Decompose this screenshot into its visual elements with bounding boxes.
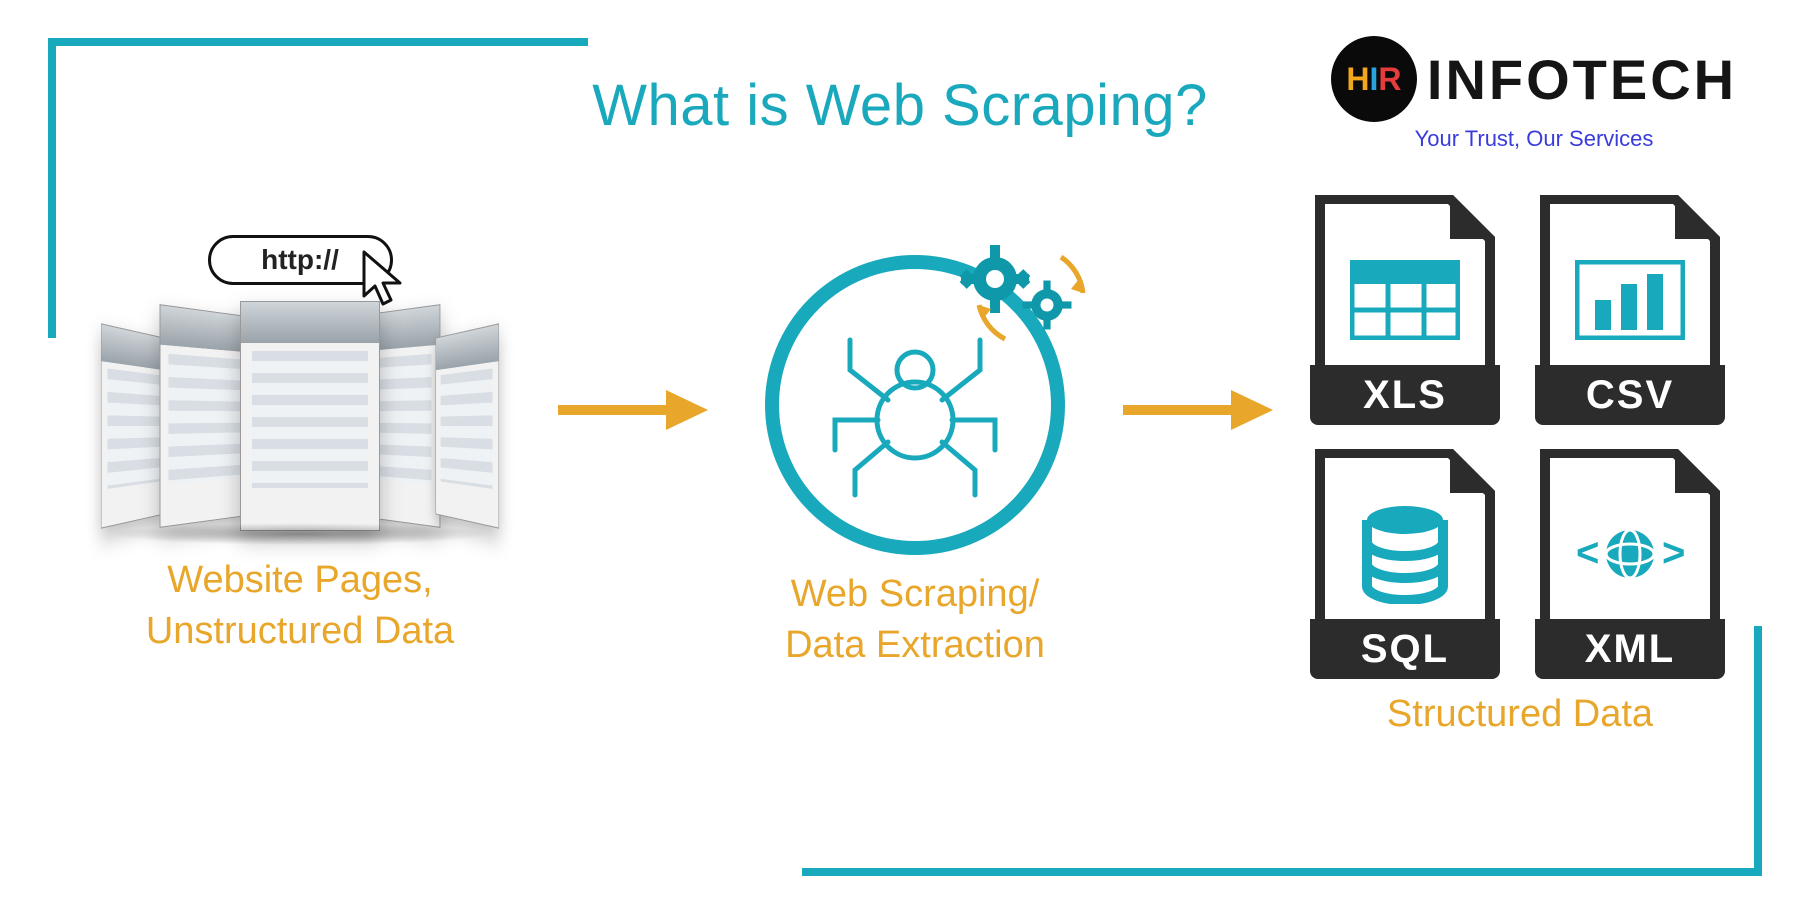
stage-input-caption: Website Pages, Unstructured Data xyxy=(70,555,530,658)
arrow-right-icon xyxy=(1123,385,1273,440)
file-sql-icon: SQL xyxy=(1310,449,1500,679)
brand-logo-mark: H I R xyxy=(1331,36,1417,122)
arrow-right-icon xyxy=(558,385,708,440)
stage-input: http:// Website Pages, Unstructured Data xyxy=(70,235,530,658)
file-csv-icon: CSV xyxy=(1535,195,1725,425)
svg-text:<: < xyxy=(1576,531,1599,575)
database-icon xyxy=(1360,504,1450,604)
stage-process-caption-l2: Data Extraction xyxy=(785,624,1045,666)
url-pill-text: http:// xyxy=(261,244,339,276)
file-xls-icon: XLS xyxy=(1310,195,1500,425)
spreadsheet-icon xyxy=(1350,260,1460,340)
brand-mark-r: R xyxy=(1378,61,1401,98)
stage-output-caption: Structured Data xyxy=(1300,689,1740,740)
file-csv-label: CSV xyxy=(1535,365,1725,425)
brand-mark-i: I xyxy=(1369,61,1378,98)
barchart-icon xyxy=(1575,260,1685,340)
url-pill: http:// xyxy=(208,235,393,285)
stage-input-caption-l2: Unstructured Data xyxy=(146,610,454,652)
stage-input-caption-l1: Website Pages, xyxy=(167,559,432,601)
file-xml-label: XML xyxy=(1535,619,1725,679)
brand-mark-h: H xyxy=(1346,61,1369,98)
file-xls-label: XLS xyxy=(1310,365,1500,425)
flow-row: http:// Website Pages, Unstructured Data xyxy=(70,195,1740,740)
webpages-fan-icon xyxy=(80,291,520,541)
brand-tagline: Your Trust, Our Services xyxy=(1324,126,1744,152)
brand-wordmark: INFOTECH xyxy=(1427,47,1737,112)
stage-process: Web Scraping/ Data Extraction xyxy=(735,225,1095,672)
stage-output: XLS CSV xyxy=(1300,195,1740,740)
xml-globe-icon: < > xyxy=(1570,514,1690,594)
gears-icon xyxy=(951,235,1091,355)
svg-text:>: > xyxy=(1662,531,1685,575)
stage-process-caption: Web Scraping/ Data Extraction xyxy=(735,569,1095,672)
crawler-circle-icon xyxy=(765,255,1065,555)
file-xml-icon: < > XML xyxy=(1535,449,1725,679)
file-sql-label: SQL xyxy=(1310,619,1500,679)
brand-logo: H I R INFOTECH Your Trust, Our Services xyxy=(1324,36,1744,152)
stage-process-caption-l1: Web Scraping/ xyxy=(791,573,1040,615)
